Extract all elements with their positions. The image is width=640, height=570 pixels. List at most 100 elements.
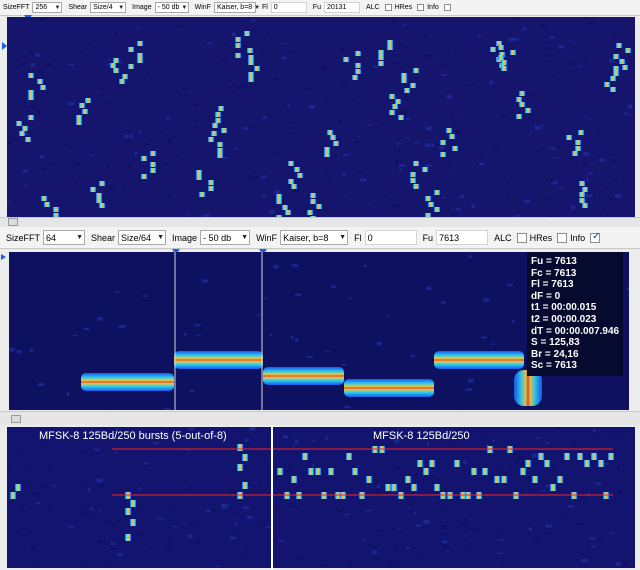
tone-burst (254, 66, 260, 71)
noise-speckle (320, 66, 327, 70)
noise-speckle (460, 407, 464, 410)
zoom-scroll-thumb[interactable] (11, 415, 21, 423)
tone-burst (572, 151, 578, 156)
zoom-scrollbar[interactable] (0, 411, 640, 425)
fl-input[interactable]: 0 (270, 2, 307, 13)
noise-speckle (546, 532, 550, 535)
winf-select[interactable]: Kaiser, b=8 ▼ (280, 230, 349, 245)
noise-speckle (577, 65, 583, 67)
noise-speckle (325, 436, 328, 440)
noise-speckle (465, 536, 472, 538)
noise-speckle (468, 378, 474, 383)
noise-speckle (366, 355, 373, 357)
top-scroll-thumb[interactable] (8, 218, 18, 226)
noise-speckle (581, 559, 589, 563)
image-select[interactable]: - 50 db ▼ (154, 2, 189, 13)
readout-fu: Fu = 7613 (531, 256, 577, 267)
noise-speckle (156, 517, 162, 519)
sizefft-label: SizeFFT (3, 4, 30, 11)
noise-speckle (66, 392, 70, 397)
tone-burst (434, 190, 440, 195)
noise-speckle (161, 288, 167, 291)
noise-speckle (372, 207, 376, 209)
noise-speckle (106, 101, 112, 104)
noise-speckle (512, 37, 519, 41)
zoom-time-marker[interactable] (1, 254, 6, 260)
noise-speckle (533, 536, 540, 538)
continuous-tone (385, 484, 391, 491)
tone-burst (449, 134, 455, 139)
info-checkbox[interactable] (590, 231, 601, 243)
tone-burst (285, 210, 291, 215)
tone-burst (582, 187, 588, 192)
noise-speckle (585, 193, 593, 198)
info-checkbox[interactable] (443, 4, 451, 11)
top-waterfall-display[interactable] (7, 17, 635, 217)
hres-checkbox[interactable] (557, 232, 568, 243)
noise-speckle (244, 545, 249, 547)
noise-speckle (396, 142, 403, 145)
noise-speckle (172, 526, 178, 528)
noise-speckle (74, 161, 81, 165)
noise-speckle (241, 45, 248, 47)
noise-speckle (545, 179, 550, 183)
noise-speckle (103, 409, 110, 410)
noise-speckle (397, 367, 403, 370)
tone-burst (217, 148, 223, 153)
noise-speckle (288, 127, 294, 129)
noise-speckle (195, 540, 200, 545)
tone-burst (389, 110, 395, 115)
alc-checkbox[interactable] (384, 4, 392, 11)
noise-speckle (240, 84, 247, 87)
noise-speckle (541, 522, 546, 524)
noise-speckle (164, 408, 172, 410)
continuous-tone (434, 484, 440, 491)
noise-speckle (455, 208, 461, 211)
winf-select[interactable]: Kaiser, b=8 ▼ (213, 2, 260, 13)
sizefft-select[interactable]: 256 ▼ (32, 2, 63, 13)
tone-burst (113, 58, 119, 63)
tone-burst (413, 68, 419, 73)
sizefft-select[interactable]: 64 ▼ (43, 230, 86, 245)
noise-speckle (317, 351, 324, 356)
noise-speckle (108, 58, 111, 61)
noise-speckle (251, 567, 257, 568)
tone-burst (235, 37, 241, 42)
noise-speckle (7, 467, 12, 470)
tone-burst (235, 43, 241, 48)
noise-speckle (612, 37, 619, 40)
noise-speckle (446, 550, 450, 552)
top-scrollbar[interactable] (0, 217, 640, 227)
shear-select[interactable]: Size/4 ▼ (90, 2, 127, 13)
tone-burst (128, 47, 134, 52)
noise-speckle (489, 207, 492, 210)
noise-speckle (122, 184, 127, 189)
hres-checkbox[interactable] (417, 4, 425, 11)
noise-speckle (68, 64, 74, 66)
fl-label: Fl (354, 232, 362, 243)
noise-speckle (206, 75, 209, 78)
shear-select[interactable]: Size/64 ▼ (118, 230, 167, 245)
readout-t1: t1 = 00:00.015 (531, 302, 597, 314)
noise-speckle (522, 27, 527, 31)
fu-input[interactable]: 7613 (436, 230, 489, 245)
tone-burst (613, 54, 619, 59)
tone-burst (401, 73, 407, 78)
tone-burst (622, 65, 628, 70)
zoom-waterfall-display[interactable]: Fu = 7613 Fc = 7613 Fl = 7613 dF = 0 t1 … (9, 252, 629, 410)
continuous-tone (482, 468, 488, 475)
noise-speckle (67, 102, 75, 106)
noise-speckle (8, 140, 12, 144)
image-select[interactable]: - 50 db ▼ (200, 230, 251, 245)
tone-burst (446, 128, 452, 133)
noise-speckle (459, 195, 465, 198)
noise-speckle (405, 117, 411, 121)
alc-checkbox[interactable] (516, 232, 527, 243)
noise-speckle (10, 338, 16, 340)
chevron-down-icon: ▼ (339, 234, 347, 241)
fl-input[interactable]: 0 (364, 230, 417, 245)
noise-speckle (591, 545, 596, 548)
noise-speckle (310, 269, 314, 271)
fu-input[interactable]: 20131 (323, 2, 360, 13)
continuous-tone (454, 460, 460, 467)
